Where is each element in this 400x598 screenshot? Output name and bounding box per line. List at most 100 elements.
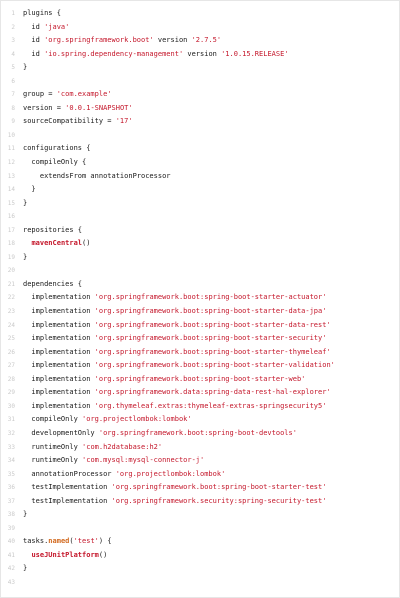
code-text: implementation 'org.springframework.boot… xyxy=(15,305,326,319)
function-call: named xyxy=(48,537,70,546)
code-line: 11 configurations { xyxy=(1,142,399,156)
line-number: 29 xyxy=(7,389,15,397)
line-number: 4 xyxy=(11,50,15,58)
string-literal: 'org.springframework.boot:spring-boot-st… xyxy=(94,374,306,383)
code-token: configurations { xyxy=(23,144,91,153)
line-number: 14 xyxy=(7,186,15,194)
code-token: testImplementation xyxy=(23,483,112,492)
code-token: runtimeOnly xyxy=(23,456,83,465)
code-text: configurations { xyxy=(15,142,90,156)
code-token: developmentOnly xyxy=(23,428,99,437)
code-text: } xyxy=(15,251,27,265)
code-text: mavenCentral() xyxy=(15,237,90,251)
line-number: 8 xyxy=(11,104,15,112)
string-literal: 'org.thymeleaf.extras:thymeleaf-extras-s… xyxy=(94,401,327,410)
string-literal: 'org.springframework.boot:spring-boot-st… xyxy=(94,307,327,316)
code-token: implementation xyxy=(23,347,95,356)
code-text: extendsFrom annotationProcessor xyxy=(15,170,171,184)
line-number: 2 xyxy=(11,23,15,31)
code-text: group = 'com.example' xyxy=(15,88,112,102)
code-token: implementation xyxy=(23,401,95,410)
string-literal: 'org.springframework.boot:spring-boot-st… xyxy=(94,320,331,329)
code-token: id xyxy=(23,36,45,45)
string-literal: 'org.springframework.boot:spring-boot-st… xyxy=(94,334,327,343)
function-call: mavenCentral xyxy=(31,239,83,248)
string-literal: 'org.projectlombok:lombok' xyxy=(115,469,226,478)
code-text: implementation 'org.springframework.boot… xyxy=(15,359,334,373)
code-line: 15} xyxy=(1,197,399,211)
code-line: 37 testImplementation 'org.springframewo… xyxy=(1,495,399,509)
code-text: } xyxy=(15,183,36,197)
line-number: 38 xyxy=(7,511,15,519)
line-number: 9 xyxy=(11,118,15,126)
code-line: 6 xyxy=(1,75,399,89)
code-line: 21 dependencies { xyxy=(1,278,399,292)
line-number: 37 xyxy=(7,497,15,505)
code-line: 38} xyxy=(1,508,399,522)
code-text: implementation 'org.springframework.boot… xyxy=(15,346,330,360)
line-number: 18 xyxy=(7,240,15,248)
code-token: id xyxy=(23,49,45,58)
code-token: extendsFrom annotationProcessor xyxy=(23,171,171,180)
code-token: tasks. xyxy=(23,537,49,546)
code-token: implementation xyxy=(23,388,95,397)
code-token: testImplementation xyxy=(23,496,112,505)
code-line: 14 } xyxy=(1,183,399,197)
line-number: 10 xyxy=(7,131,15,139)
code-token: version xyxy=(183,49,222,58)
code-line: 27 implementation 'org.springframework.b… xyxy=(1,359,399,373)
line-number: 31 xyxy=(7,416,15,424)
code-token: compileOnly xyxy=(23,415,83,424)
line-number: 20 xyxy=(7,267,15,275)
string-literal: '17' xyxy=(115,117,133,126)
code-token: compileOnly { xyxy=(23,158,87,167)
string-literal: '2.7.5' xyxy=(191,36,222,45)
line-number: 11 xyxy=(7,145,15,153)
code-text: id 'org.springframework.boot' version '2… xyxy=(15,34,221,48)
code-text: version = '0.0.1-SNAPSHOT' xyxy=(15,102,133,116)
code-text: testImplementation 'org.springframework.… xyxy=(15,495,326,509)
string-literal: 'test' xyxy=(73,537,99,546)
code-line: 1 plugins { xyxy=(1,7,399,21)
code-token: ) { xyxy=(98,537,112,546)
code-line: 18 mavenCentral() xyxy=(1,237,399,251)
code-line: 17 repositories { xyxy=(1,224,399,238)
code-text: annotationProcessor 'org.projectlombok:l… xyxy=(15,468,225,482)
code-line: 29 implementation 'org.springframework.d… xyxy=(1,386,399,400)
line-number: 23 xyxy=(7,308,15,316)
code-text: useJUnitPlatform() xyxy=(15,549,107,563)
code-token: repositories { xyxy=(23,225,83,234)
line-number: 19 xyxy=(7,253,15,261)
string-literal: 'org.springframework.data:spring-data-re… xyxy=(94,388,331,397)
code-text: compileOnly { xyxy=(15,156,86,170)
code-line: 20 xyxy=(1,264,399,278)
line-number: 42 xyxy=(7,565,15,573)
code-line: 28 implementation 'org.springframework.b… xyxy=(1,373,399,387)
string-literal: 'org.springframework.boot:spring-boot-st… xyxy=(94,293,327,302)
line-number: 15 xyxy=(7,199,15,207)
code-line: 4 id 'io.spring.dependency-management' v… xyxy=(1,48,399,62)
code-text: implementation 'org.thymeleaf.extras:thy… xyxy=(15,400,326,414)
string-literal: 'org.projectlombok:lombok' xyxy=(82,415,192,424)
code-line: 42} xyxy=(1,562,399,576)
code-line: 13 extendsFrom annotationProcessor xyxy=(1,170,399,184)
code-text: } xyxy=(15,61,27,75)
string-literal: 'com.h2database:h2' xyxy=(82,442,163,451)
string-literal: '0.0.1-SNAPSHOT' xyxy=(65,103,133,112)
code-text: dependencies { xyxy=(15,278,82,292)
code-text: id 'io.spring.dependency-management' ver… xyxy=(15,48,288,62)
string-literal: 'org.springframework.boot:spring-boot-st… xyxy=(111,483,327,492)
code-line: 23 implementation 'org.springframework.b… xyxy=(1,305,399,319)
line-number: 25 xyxy=(7,335,15,343)
code-line: 43 xyxy=(1,576,399,590)
code-line: 41 useJUnitPlatform() xyxy=(1,549,399,563)
code-token: implementation xyxy=(23,293,95,302)
line-number: 33 xyxy=(7,443,15,451)
code-line: 19} xyxy=(1,251,399,265)
string-literal: 'io.spring.dependency-management' xyxy=(44,49,184,58)
string-literal: 'org.springframework.security:spring-sec… xyxy=(111,496,327,505)
code-token: () xyxy=(98,550,108,559)
code-token: } xyxy=(23,185,36,194)
